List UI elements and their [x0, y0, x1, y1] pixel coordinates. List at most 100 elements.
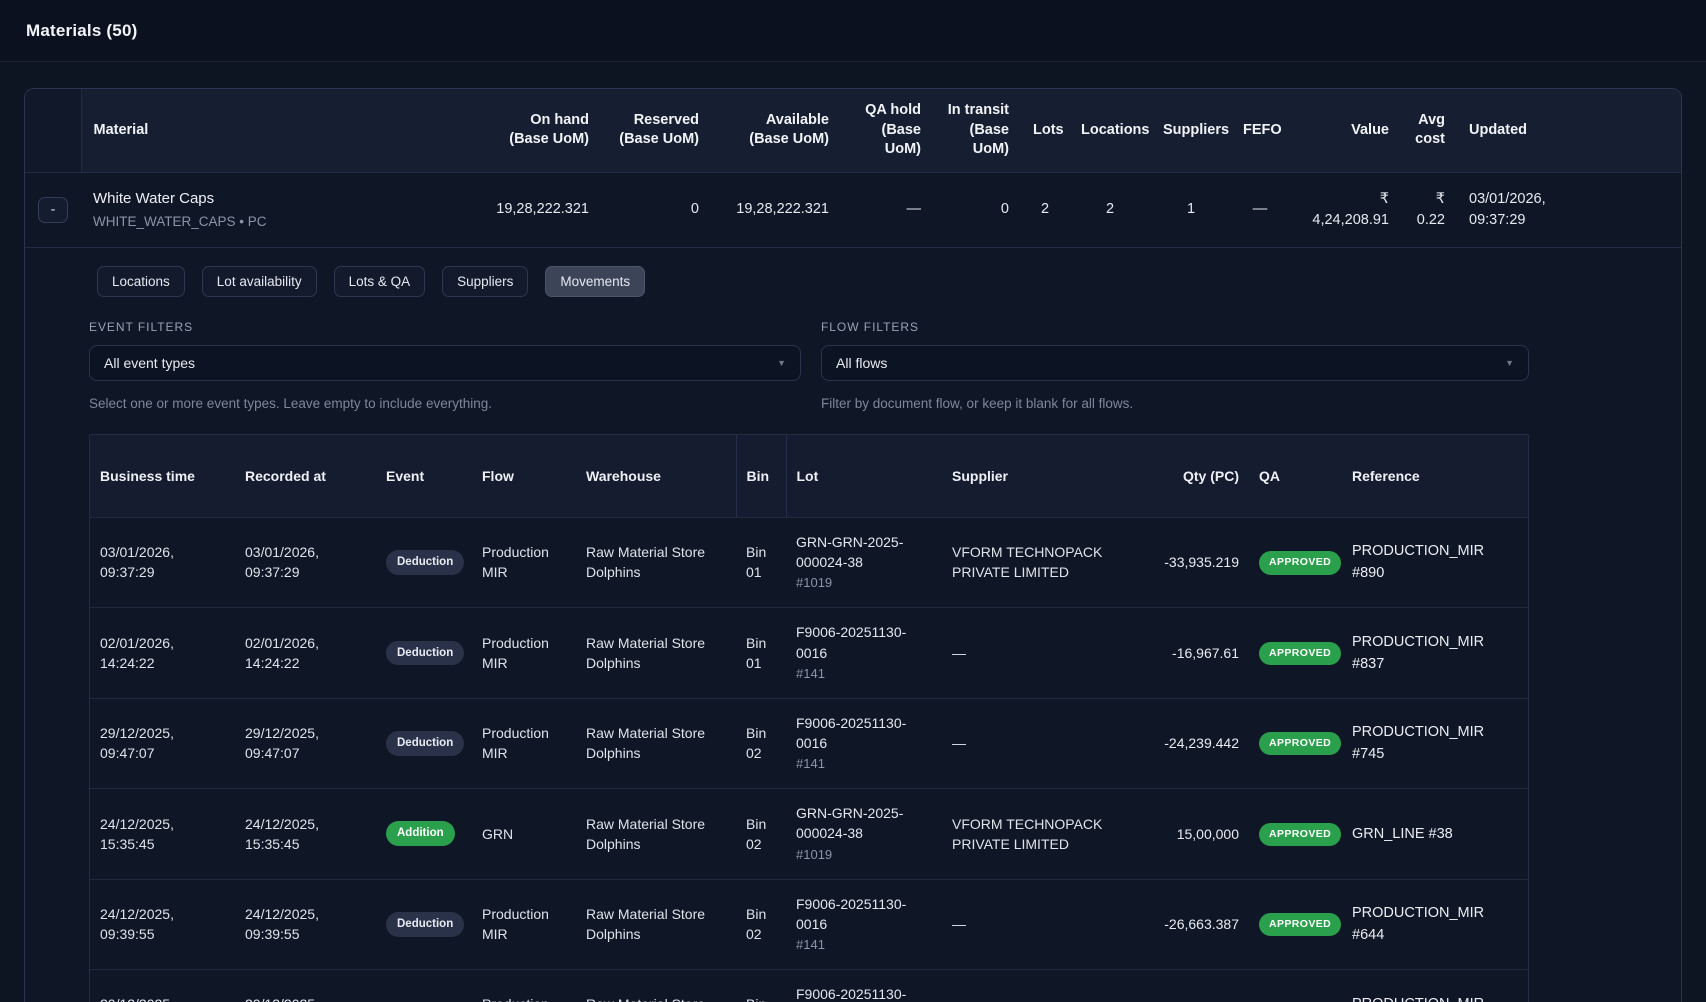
on-hand-value: 19,28,222.321	[481, 172, 601, 247]
event-filters-label: EVENT FILTERS	[89, 319, 801, 336]
warehouse-text: Raw Material Store Dolphins	[586, 635, 705, 671]
movement-row: 24/12/2025, 15:35:45 24/12/2025, 15:35:4…	[90, 789, 1528, 879]
tab-lots-qa[interactable]: Lots & QA	[334, 266, 426, 297]
tab-movements[interactable]: Movements	[545, 266, 645, 297]
tab-lot-availability[interactable]: Lot availability	[202, 266, 317, 297]
expander-column-header	[25, 89, 81, 172]
lot-id-text: F9006-20251130-0016	[796, 622, 932, 663]
bin-text: Bin 02	[746, 816, 766, 852]
materials-header-row: Material On hand (Base UoM) Reserved (Ba…	[25, 89, 1681, 172]
suppliers-value: 1	[1151, 172, 1231, 247]
flow-filter-select[interactable]: All flows ▼	[821, 345, 1529, 381]
lot-ref-text: #141	[796, 755, 932, 774]
page-header: Materials (50)	[0, 0, 1706, 62]
movement-flow: Production MIR	[472, 517, 576, 607]
movement-bin: Bin 01	[736, 608, 786, 698]
movement-supplier: VFORM TECHNOPACK PRIVATE LIMITED	[942, 517, 1119, 607]
recorded-at-text: 29/12/2025, 09:47:07	[245, 725, 319, 761]
reference-text: PRODUCTION_MIR #837	[1352, 634, 1484, 672]
col-in-transit: In transit (Base UoM)	[933, 89, 1021, 172]
movement-recorded-at: 02/01/2026, 14:24:22	[235, 608, 376, 698]
avg-cost-value: ₹ 0.22	[1401, 172, 1457, 247]
lot-ref-text: #1019	[796, 574, 932, 593]
business-time-text: 20/12/2025, 11:55:53	[100, 996, 174, 1002]
event-badge: Deduction	[386, 550, 464, 575]
qty-text: 15,00,000	[1177, 826, 1239, 842]
movement-qty: -33,935.219	[1119, 517, 1249, 607]
col-available: Available (Base UoM)	[711, 89, 841, 172]
movement-business-time: 24/12/2025, 15:35:45	[90, 789, 235, 879]
movement-bin: Bin 02	[736, 698, 786, 788]
spacer-cell	[1577, 172, 1681, 247]
movement-event: Deduction	[376, 698, 472, 788]
warehouse-text: Raw Material Store Dolphins	[586, 906, 705, 942]
lot-id-text: GRN-GRN-2025-000024-38	[796, 803, 932, 844]
movement-flow: Production MIR	[472, 698, 576, 788]
col-fefo: FEFO	[1231, 89, 1289, 172]
available-value: 19,28,222.321	[711, 172, 841, 247]
lot-ref-text: #1019	[796, 846, 932, 865]
qa-status-badge: APPROVED	[1259, 732, 1341, 755]
locations-value: 2	[1069, 172, 1151, 247]
movements-body: 03/01/2026, 09:37:29 03/01/2026, 09:37:2…	[90, 517, 1528, 1002]
tab-suppliers[interactable]: Suppliers	[442, 266, 528, 297]
supplier-text: VFORM TECHNOPACK PRIVATE LIMITED	[952, 544, 1102, 580]
movement-supplier: —	[942, 969, 1119, 1002]
bin-text: Bin 02	[746, 996, 766, 1002]
movement-recorded-at: 29/12/2025, 09:47:07	[235, 698, 376, 788]
movement-filters: EVENT FILTERS All event types ▼ Select o…	[89, 319, 1529, 415]
movement-recorded-at: 20/12/2025, 11:55:53	[235, 969, 376, 1002]
material-subtitle: WHITE_WATER_CAPS • PC	[93, 213, 469, 232]
reference-text: PRODUCTION_MIR #890	[1352, 543, 1484, 581]
movement-lot: F9006-20251130-0016 #141	[786, 969, 942, 1002]
movement-qa: APPROVED	[1249, 879, 1342, 969]
movement-event: Deduction	[376, 879, 472, 969]
col-on-hand: On hand (Base UoM)	[481, 89, 601, 172]
movement-recorded-at: 03/01/2026, 09:37:29	[235, 517, 376, 607]
flow-filter-value: All flows	[836, 354, 887, 374]
col-lot: Lot	[786, 435, 942, 517]
lot-id-text: GRN-GRN-2025-000024-38	[796, 532, 932, 573]
movements-header-row: Business time Recorded at Event Flow War…	[90, 435, 1528, 517]
event-type-filter-select[interactable]: All event types ▼	[89, 345, 801, 381]
flow-text: GRN	[482, 826, 513, 842]
detail-tabs: Locations Lot availability Lots & QA Sup…	[97, 266, 1529, 297]
material-row: - White Water Caps WHITE_WATER_CAPS • PC…	[25, 172, 1681, 247]
movement-business-time: 24/12/2025, 09:39:55	[90, 879, 235, 969]
reference-text: PRODUCTION_MIR #745	[1352, 724, 1484, 762]
lot-ref-text: #141	[796, 936, 932, 955]
lot-id-text: F9006-20251130-0016	[796, 984, 932, 1002]
recorded-at-text: 24/12/2025, 15:35:45	[245, 816, 319, 852]
supplier-text: —	[952, 735, 966, 751]
movements-table-container: Business time Recorded at Event Flow War…	[89, 434, 1529, 1002]
warehouse-text: Raw Material Store Dolphins	[586, 816, 705, 852]
event-badge: Addition	[386, 821, 455, 846]
flow-filters-label: FLOW FILTERS	[821, 319, 1529, 336]
flow-text: Production MIR	[482, 725, 549, 761]
page-title: Materials (50)	[26, 21, 137, 41]
movement-recorded-at: 24/12/2025, 15:35:45	[235, 789, 376, 879]
movement-supplier: VFORM TECHNOPACK PRIVATE LIMITED	[942, 789, 1119, 879]
tab-locations[interactable]: Locations	[97, 266, 185, 297]
movement-event: Deduction	[376, 969, 472, 1002]
col-suppliers: Suppliers	[1151, 89, 1231, 172]
movement-flow: GRN	[472, 789, 576, 879]
movement-event: Addition	[376, 789, 472, 879]
movement-supplier: —	[942, 608, 1119, 698]
movement-row: 03/01/2026, 09:37:29 03/01/2026, 09:37:2…	[90, 517, 1528, 607]
qty-text: -16,967.61	[1172, 645, 1239, 661]
value-amount: ₹ 4,24,208.91	[1289, 172, 1401, 247]
collapse-row-button[interactable]: -	[38, 197, 68, 223]
qa-status-badge: APPROVED	[1259, 642, 1341, 665]
movement-reference: GRN_LINE #38	[1342, 789, 1528, 879]
flow-text: Production MIR	[482, 635, 549, 671]
qa-status-badge: APPROVED	[1259, 913, 1341, 936]
movement-flow: Production MIR	[472, 969, 576, 1002]
reference-text: GRN_LINE #38	[1352, 826, 1453, 842]
movement-reference: PRODUCTION_MIR #562	[1342, 969, 1528, 1002]
movement-flow: Production MIR	[472, 879, 576, 969]
col-event: Event	[376, 435, 472, 517]
lot-id-text: F9006-20251130-0016	[796, 713, 932, 754]
bin-text: Bin 01	[746, 635, 766, 671]
supplier-text: —	[952, 916, 966, 932]
